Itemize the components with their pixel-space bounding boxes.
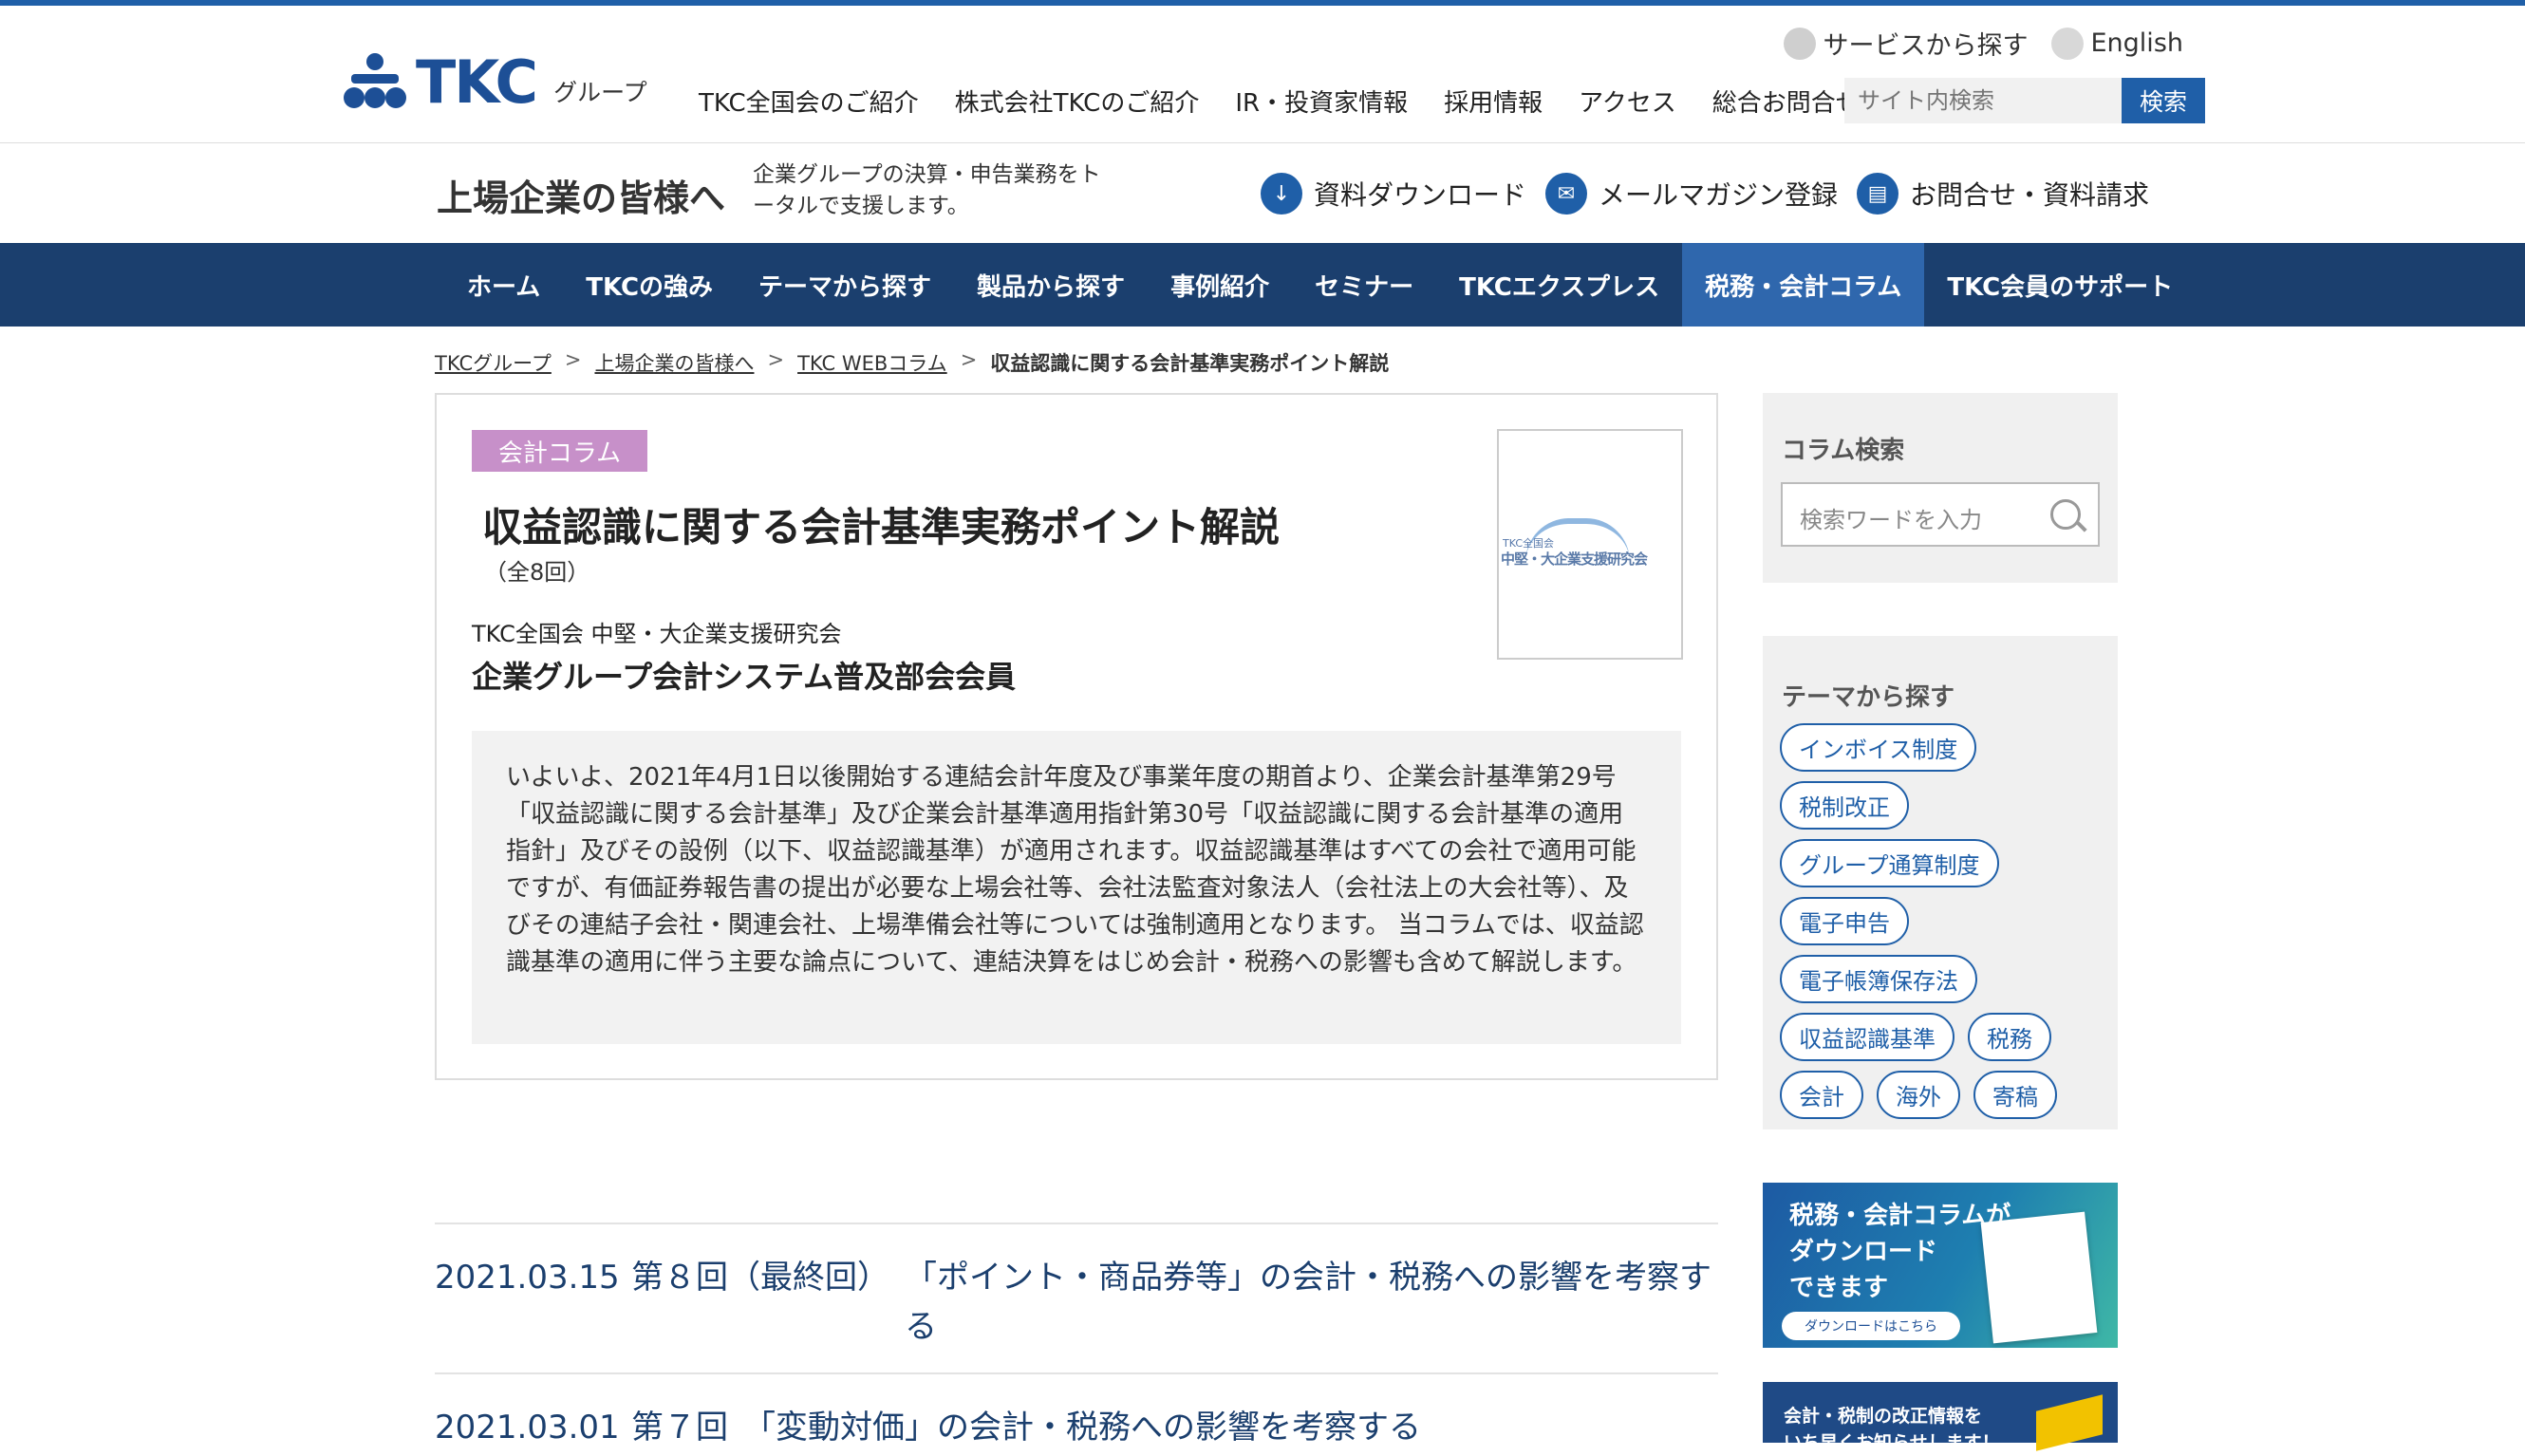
download-banner[interactable]: 税務・会計コラムが ダウンロード できます ダウンロードはこちら [1763, 1183, 2118, 1348]
nav-express[interactable]: TKCエクスプレス [1436, 243, 1682, 327]
top-accent-line [0, 0, 2525, 6]
column-title: 「変動対価」の会計・税務への影響を考察する [743, 1409, 1421, 1447]
column-date: 2021.03.01 [435, 1409, 620, 1447]
column-number: 第７回 [631, 1409, 728, 1447]
logo-main-text: 中堅・大企業支援研究会 [1501, 551, 1648, 568]
site-search-button[interactable]: 検索 [2122, 78, 2205, 123]
global-nav-item[interactable]: IR・投資家情報 [1235, 84, 1408, 119]
english-link[interactable]: English [2050, 25, 2184, 62]
logo-word: TKC [416, 47, 538, 117]
nav-products[interactable]: 製品から探す [954, 243, 1148, 327]
nav-cases[interactable]: 事例紹介 [1148, 243, 1292, 327]
banner-line: ダウンロード [1789, 1238, 1938, 1266]
newsletter-button[interactable]: ✉ メールマガジン登録 [1545, 173, 1838, 215]
search-icon[interactable] [2050, 499, 2081, 530]
banner-download-button[interactable]: ダウンロードはこちら [1782, 1312, 1960, 1340]
contact-button[interactable]: ▤ お問合せ・資料請求 [1857, 173, 2149, 215]
document-preview-icon [1980, 1211, 2098, 1344]
document-icon: ▤ [1857, 173, 1899, 215]
column-search-panel: コラム検索 検索ワードを入力 [1763, 393, 2118, 583]
breadcrumb-separator: > [767, 348, 785, 371]
logo-group: グループ [553, 79, 647, 106]
breadcrumb-link[interactable]: TKC WEBコラム [797, 348, 947, 377]
global-nav-item[interactable]: 採用情報 [1444, 84, 1543, 119]
author-organization: TKC全国会 中堅・大企業支援研究会 [472, 621, 842, 647]
contact-label: お問合せ・資料請求 [1910, 179, 2150, 211]
tkc-logo-mark-icon [344, 53, 406, 112]
global-nav-item[interactable]: TKC全国会のご紹介 [699, 84, 919, 119]
english-label: English [2090, 28, 2184, 58]
global-nav-item[interactable]: 株式会社TKCのご紹介 [955, 84, 1200, 119]
newsletter-label: メールマガジン登録 [1599, 179, 1839, 211]
category-badge: 会計コラム [472, 430, 647, 472]
nav-support[interactable]: TKC会員のサポート [1924, 243, 2196, 327]
breadcrumb-link[interactable]: 上場企業の皆様へ [594, 348, 754, 377]
global-nav-item[interactable]: アクセス [1579, 84, 1676, 119]
global-nav-item[interactable]: 総合お問合せ [1712, 84, 1861, 119]
mail-icon: ✉ [1545, 173, 1588, 215]
tkc-logo[interactable]: TKC グループ [344, 53, 647, 112]
site-search: 検索 [1844, 78, 2205, 123]
column-number: 第８回（最終回） [631, 1259, 889, 1297]
utility-links: サービスから探す English [1783, 25, 2184, 62]
theme-tag[interactable]: 海外 [1877, 1071, 1960, 1119]
breadcrumb: TKCグループ > 上場企業の皆様へ > TKC WEBコラム > 収益認識に関… [435, 348, 1389, 377]
list-divider [435, 1372, 1718, 1374]
site-search-input[interactable] [1844, 78, 2122, 123]
author-group: 企業グループ会計システム普及部会会員 [472, 659, 1017, 695]
service-search-link[interactable]: サービスから探す [1783, 25, 2029, 62]
header-actions: ↓ 資料ダウンロード ✉ メールマガジン登録 ▤ お問合せ・資料請求 [1261, 173, 2149, 215]
list-divider [435, 1223, 1718, 1224]
column-search-input[interactable]: 検索ワードを入力 [1781, 482, 2100, 547]
theme-title: テーマから探す [1782, 683, 1955, 712]
column-list-item[interactable]: 2021.03.01 第７回 「変動対価」の会計・税務への影響を考察する [435, 1403, 1718, 1452]
article-intro: いよいよ、2021年4月1日以後開始する連結会計年度及び事業年度の期首より、企業… [472, 731, 1681, 1044]
service-search-label: サービスから探す [1823, 31, 2029, 61]
nav-themes[interactable]: テーマから探す [736, 243, 954, 327]
breadcrumb-separator: > [564, 348, 582, 371]
column-search-title: コラム検索 [1782, 437, 1905, 465]
section-title[interactable]: 上場企業の皆様へ [437, 169, 725, 221]
theme-tag[interactable]: 会計 [1780, 1071, 1863, 1119]
banner-line: 税務・会計コラムが [1789, 1202, 2011, 1230]
theme-tag[interactable]: 電子申告 [1780, 897, 1909, 945]
download-label: 資料ダウンロード [1314, 179, 1527, 211]
nav-columns[interactable]: 税務・会計コラム [1682, 243, 1925, 327]
main-nav: ホーム TKCの強み テーマから探す 製品から探す 事例紹介 セミナー TKCエ… [0, 243, 2525, 327]
global-nav: TKC全国会のご紹介 株式会社TKCのご紹介 IR・投資家情報 採用情報 アクセ… [699, 84, 1861, 119]
user-icon [1783, 27, 1816, 60]
theme-tag[interactable]: 電子帳簿保存法 [1780, 955, 1977, 1003]
column-date: 2021.03.15 [435, 1259, 620, 1297]
theme-tag[interactable]: 税制改正 [1780, 781, 1909, 830]
breadcrumb-separator: > [960, 348, 978, 371]
nav-home[interactable]: ホーム [444, 243, 563, 327]
theme-tag[interactable]: 寄稿 [1973, 1071, 2057, 1119]
banner-line: できます [1789, 1274, 1889, 1302]
theme-tag[interactable]: 税務 [1968, 1013, 2051, 1061]
theme-tag[interactable]: インボイス制度 [1780, 723, 1977, 772]
theme-panel: テーマから探す インボイス制度 税制改正 グループ通算制度 電子申告 電子帳簿保… [1763, 636, 2118, 1129]
nav-seminars[interactable]: セミナー [1292, 243, 1436, 327]
column-list-item[interactable]: 2021.03.15 第８回（最終回） 「ポイント・商品券等」の会計・税務への影… [435, 1253, 1718, 1352]
download-icon: ↓ [1261, 173, 1302, 215]
globe-icon [2050, 27, 2084, 60]
column-title: 「ポイント・商品券等」の会計・税務への影響を考察する [905, 1259, 1711, 1346]
nav-strengths[interactable]: TKCの強み [563, 243, 736, 327]
organization-logo-image: TKC全国会 中堅・大企業支援研究会 [1497, 429, 1683, 660]
section-description: 企業グループの決算・申告業務をトータルで支援します。 [753, 162, 1101, 218]
download-button[interactable]: ↓ 資料ダウンロード [1261, 173, 1526, 215]
newsletter-banner[interactable]: 会計・税制の改正情報を いち早くお知らせします！ [1763, 1382, 2118, 1453]
theme-tag[interactable]: 収益認識基準 [1780, 1013, 1955, 1061]
article-count: （全8回） [484, 559, 590, 586]
breadcrumb-current: 収益認識に関する会計基準実務ポイント解説 [990, 352, 1390, 375]
banner-line: いち早くお知らせします！ [1784, 1432, 2000, 1453]
theme-tag[interactable]: グループ通算制度 [1780, 839, 1999, 887]
banner-line: 会計・税制の改正情報を [1784, 1406, 1983, 1427]
breadcrumb-link[interactable]: TKCグループ [435, 348, 552, 377]
article-title: 収益認識に関する会計基準実務ポイント解説 [482, 504, 1281, 551]
column-search-placeholder: 検索ワードを入力 [1800, 507, 1982, 533]
